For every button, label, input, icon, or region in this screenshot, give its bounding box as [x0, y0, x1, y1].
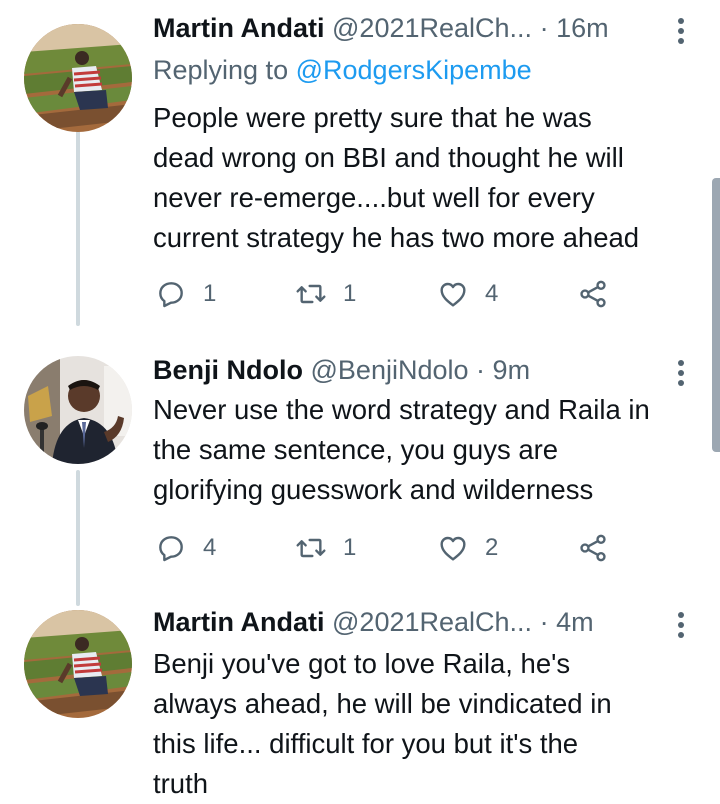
separator: ·: [476, 355, 486, 385]
timestamp[interactable]: 9m: [493, 355, 531, 385]
more-vertical-icon[interactable]: [678, 612, 684, 638]
reply-count: 1: [203, 280, 217, 307]
like-count: 4: [485, 280, 499, 307]
reply-icon: [159, 282, 183, 308]
mention-link[interactable]: @RodgersKipembe: [296, 55, 532, 85]
retweet-count: 1: [343, 280, 357, 307]
more-vertical-icon[interactable]: [678, 360, 684, 386]
retweet-count: 1: [343, 534, 357, 561]
author-name[interactable]: Benji Ndolo: [153, 355, 303, 385]
timestamp[interactable]: 16m: [556, 13, 609, 43]
reply-button[interactable]: 1: [155, 274, 216, 314]
author-handle[interactable]: @2021RealCh...: [332, 13, 532, 43]
like-count: 2: [485, 534, 499, 561]
reply-button[interactable]: 4: [155, 528, 216, 568]
heart-icon: [440, 536, 466, 561]
tweet-header: Benji Ndolo @BenjiNdolo · 9m: [153, 352, 680, 388]
author-handle[interactable]: @2021RealCh...: [332, 607, 532, 637]
tweet[interactable]: Benji Ndolo @BenjiNdolo · 9m Never use t…: [0, 352, 720, 602]
retweet-icon: [296, 538, 326, 558]
heart-icon: [440, 282, 466, 307]
tweet-header: Martin Andati @2021RealCh... · 16m: [153, 10, 680, 46]
avatar[interactable]: [24, 356, 132, 464]
action-bar: 1 1 4: [155, 274, 635, 314]
author-name[interactable]: Martin Andati: [153, 607, 325, 637]
timestamp[interactable]: 4m: [556, 607, 594, 637]
tweet[interactable]: Martin Andati @2021RealCh... · 4m Benji …: [0, 604, 720, 799]
share-button[interactable]: [577, 274, 609, 314]
more-vertical-icon[interactable]: [678, 18, 684, 44]
separator: ·: [539, 607, 549, 637]
retweet-button[interactable]: 1: [295, 274, 356, 314]
replying-to: Replying to @RodgersKipembe: [153, 52, 532, 88]
tweet-text: Never use the word strategy and Raila in…: [153, 394, 650, 505]
share-icon: [580, 534, 606, 562]
avatar[interactable]: [24, 24, 132, 132]
tweet-header: Martin Andati @2021RealCh... · 4m: [153, 604, 680, 640]
share-button[interactable]: [577, 528, 609, 568]
reply-icon: [159, 536, 183, 562]
retweet-icon: [296, 284, 326, 304]
like-button[interactable]: 4: [437, 274, 498, 314]
share-icon: [580, 280, 606, 308]
tweet-text: People were pretty sure that he was dead…: [153, 102, 640, 253]
avatar[interactable]: [24, 610, 132, 718]
author-handle[interactable]: @BenjiNdolo: [311, 355, 469, 385]
tweet[interactable]: Martin Andati @2021RealCh... · 16m Reply…: [0, 10, 720, 330]
reply-count: 4: [203, 534, 217, 561]
retweet-button[interactable]: 1: [295, 528, 356, 568]
tweet-text: Benji you've got to love Raila, he's alw…: [153, 648, 612, 799]
action-bar: 4 1 2: [155, 528, 635, 568]
author-name[interactable]: Martin Andati: [153, 13, 325, 43]
replying-prefix: Replying to: [153, 55, 289, 85]
separator: ·: [539, 13, 549, 43]
like-button[interactable]: 2: [437, 528, 498, 568]
